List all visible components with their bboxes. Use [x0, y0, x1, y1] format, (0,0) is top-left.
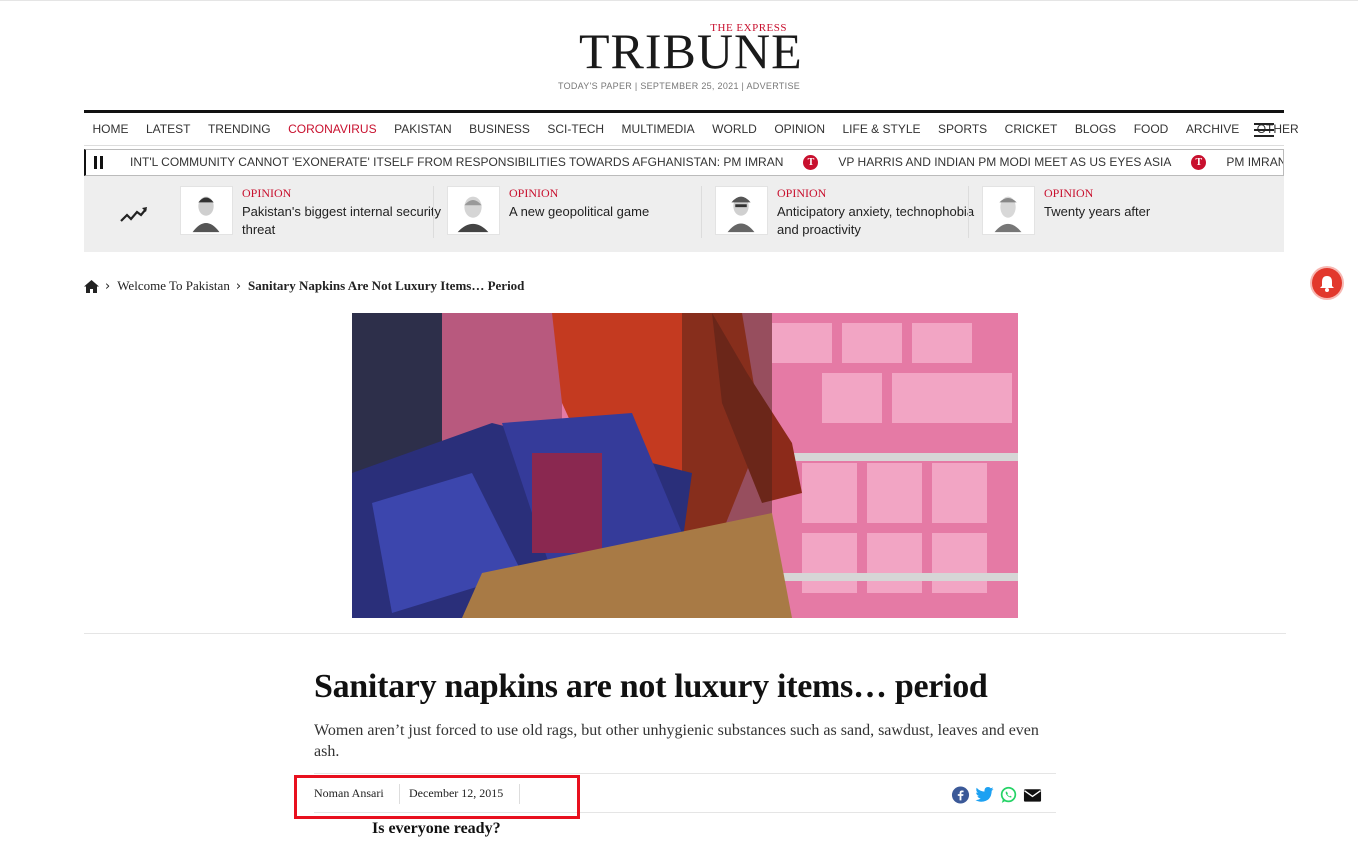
tribune-t-icon: T: [803, 155, 819, 171]
nav-item-archive[interactable]: ARCHIVE: [1186, 113, 1239, 146]
nav-item-trending[interactable]: TRENDING: [208, 113, 271, 146]
opinion-title[interactable]: Pakistan's biggest internal security thr…: [242, 203, 442, 239]
opinion-card[interactable]: OPINION Twenty years after: [982, 186, 1238, 246]
twitter-icon[interactable]: [975, 786, 994, 804]
nav-item-home[interactable]: HOME: [93, 113, 129, 146]
chevron-right-icon: ›: [235, 278, 242, 294]
notification-bell-icon[interactable]: [1312, 268, 1342, 298]
opinion-label: OPINION: [777, 186, 827, 200]
share-buttons: [951, 786, 1042, 804]
article-standfirst: Women aren’t just forced to use old rags…: [314, 722, 1039, 760]
nav-item-world[interactable]: WORLD: [712, 113, 757, 146]
opinion-card[interactable]: OPINION Pakistan's biggest internal secu…: [180, 186, 441, 246]
breadcrumb-current: Sanitary Napkins Are Not Luxury Items… P…: [248, 278, 525, 293]
nav-item-cricket[interactable]: CRICKET: [1005, 113, 1058, 146]
section-divider: [84, 633, 1286, 634]
nav-item-coronavirus[interactable]: CORONAVIRUS: [288, 113, 376, 146]
nav-item-multimedia[interactable]: MULTIMEDIA: [622, 113, 695, 146]
ticker-headline[interactable]: VP HARRIS AND INDIAN PM MODI MEET AS US …: [838, 155, 1171, 169]
opinion-card[interactable]: OPINION A new geopolitical game: [447, 186, 703, 246]
main-nav: HOME LATEST TRENDING CORONAVIRUS PAKISTAN BUS…: [84, 110, 1299, 146]
dateline[interactable]: TODAY'S PAPER | SEPTEMBER 25, 2021 | ADV…: [0, 81, 1358, 91]
breadcrumb: › Welcome To Pakistan › Sanitary Napkins…: [84, 278, 524, 294]
nav-item-sports[interactable]: SPORTS: [938, 113, 987, 146]
hamburger-icon[interactable]: [1254, 123, 1274, 137]
nav-list: HOME LATEST TRENDING CORONAVIRUS PAKISTAN BUS…: [84, 113, 1299, 146]
article-headline: Sanitary napkins are not luxury items… p…: [314, 668, 988, 705]
opinion-label: OPINION: [242, 186, 292, 200]
chevron-right-icon: ›: [105, 278, 111, 294]
breadcrumb-section[interactable]: Welcome To Pakistan: [117, 278, 230, 294]
ticker-headline[interactable]: PM IMRAN TO: [1226, 155, 1283, 169]
author-thumbnail: [715, 186, 768, 235]
nav-item-latest[interactable]: LATEST: [146, 113, 190, 146]
article-hero-image: [352, 313, 1018, 618]
opinion-label: OPINION: [1044, 186, 1094, 200]
opinion-title[interactable]: A new geopolitical game: [509, 203, 709, 221]
nav-item-food[interactable]: FOOD: [1134, 113, 1169, 146]
author-thumbnail: [447, 186, 500, 235]
nav-item-opinion[interactable]: OPINION: [774, 113, 825, 146]
nav-item-pakistan[interactable]: PAKISTAN: [394, 113, 452, 146]
tribune-t-icon: T: [1191, 155, 1207, 171]
top-border: [0, 0, 1358, 1]
divider: [701, 186, 702, 238]
nav-item-life-style[interactable]: LIFE & STYLE: [843, 113, 921, 146]
facebook-icon[interactable]: [951, 786, 970, 804]
opinion-card[interactable]: OPINION Anticipatory anxiety, technophob…: [715, 186, 974, 246]
author-thumbnail: [982, 186, 1035, 235]
nav-item-blogs[interactable]: BLOGS: [1075, 113, 1116, 146]
nav-item-sci-tech[interactable]: SCI-TECH: [547, 113, 604, 146]
email-icon[interactable]: [1023, 786, 1042, 804]
ticker-track: INT'L COMMUNITY CANNOT 'EXONERATE' ITSEL…: [130, 150, 1283, 175]
news-ticker: INT'L COMMUNITY CANNOT 'EXONERATE' ITSEL…: [84, 149, 1284, 176]
opinion-label: OPINION: [509, 186, 559, 200]
author-thumbnail: [180, 186, 233, 235]
nav-item-business[interactable]: BUSINESS: [469, 113, 530, 146]
home-icon[interactable]: [84, 279, 99, 293]
opinion-strip: OPINION Pakistan's biggest internal secu…: [84, 176, 1284, 252]
article-subheading: Is everyone ready?: [372, 820, 501, 837]
trending-icon: [120, 207, 147, 222]
ticker-headline[interactable]: INT'L COMMUNITY CANNOT 'EXONERATE' ITSEL…: [130, 155, 783, 169]
divider: [968, 186, 969, 238]
logo-tribune-text: TRIBUNE: [579, 23, 803, 79]
annotation-highlight-box: [294, 775, 580, 819]
whatsapp-icon[interactable]: [999, 786, 1018, 804]
opinion-title[interactable]: Anticipatory anxiety, technophobia and p…: [777, 203, 977, 239]
opinion-title[interactable]: Twenty years after: [1044, 203, 1244, 221]
divider: [433, 186, 434, 238]
pause-icon[interactable]: [94, 156, 106, 169]
site-logo[interactable]: THE EXPRESS TRIBUNE: [579, 22, 802, 76]
